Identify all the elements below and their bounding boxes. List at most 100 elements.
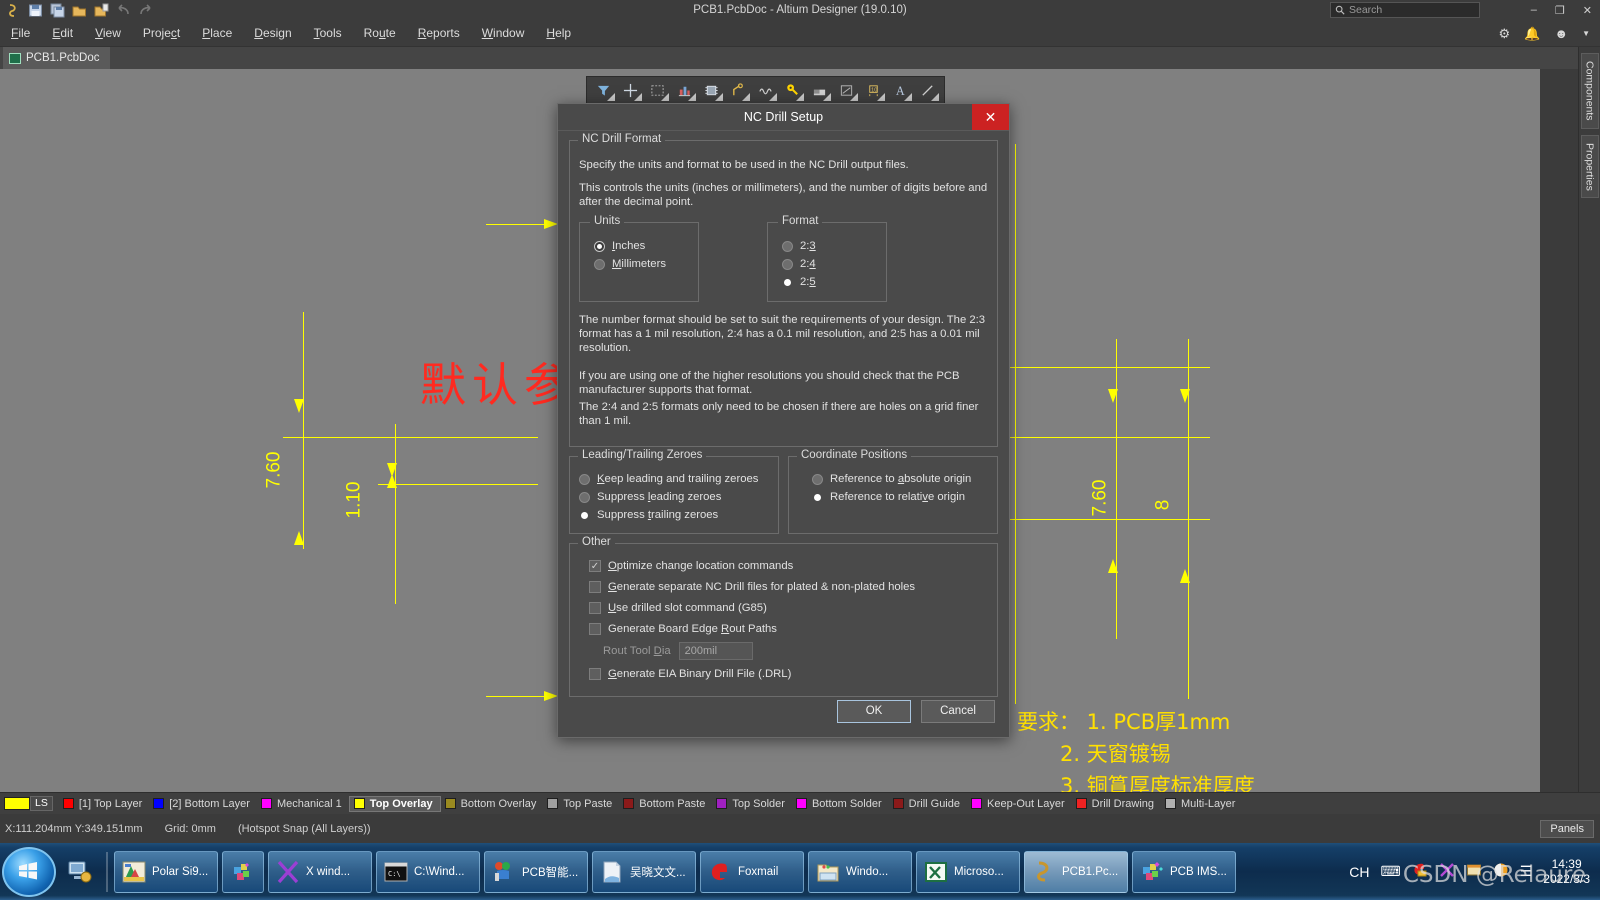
- open-project-icon[interactable]: [94, 3, 109, 18]
- layer-tab-multi-layer[interactable]: Multi-Layer: [1161, 797, 1242, 811]
- taskbar-button-label: Microso...: [954, 865, 1004, 878]
- layer-tab-drill-drawing[interactable]: Drill Drawing: [1072, 797, 1161, 811]
- bell-icon[interactable]: 🔔: [1524, 26, 1540, 42]
- text-icon[interactable]: A: [888, 78, 913, 102]
- keyboard-icon[interactable]: ⌨: [1381, 863, 1401, 880]
- component-icon[interactable]: [672, 78, 697, 102]
- start-orb-icon[interactable]: [2, 846, 56, 897]
- taskbar-button-pcb-ims-small[interactable]: [222, 850, 264, 893]
- radio-indicator: [579, 491, 590, 503]
- polygon-pour-icon[interactable]: [807, 78, 832, 102]
- minimize-button[interactable]: –: [1531, 4, 1537, 16]
- layer-tab-top-overlay[interactable]: Top Overlay: [348, 795, 441, 812]
- ok-button[interactable]: OK: [837, 699, 911, 723]
- menu-item-tools[interactable]: Tools: [303, 23, 353, 43]
- panels-button[interactable]: Panels: [1540, 820, 1594, 838]
- menu-item-help[interactable]: Help: [535, 23, 582, 43]
- radio-units-millimeters[interactable]: Millimeters: [594, 255, 684, 273]
- layer-tab-bottom-paste[interactable]: Bottom Paste: [619, 797, 712, 811]
- tab-pcb1-pcbdoc[interactable]: PCB1.PcbDoc: [3, 47, 110, 69]
- menu-item-project[interactable]: Project: [132, 23, 191, 43]
- user-account-icon[interactable]: ☻: [1554, 26, 1568, 41]
- radio-suppress-trailing[interactable]: Suppress trailing zeroes: [579, 506, 769, 524]
- save-all-icon[interactable]: [50, 3, 65, 18]
- layer-tab-keep-out-layer[interactable]: Keep-Out Layer: [967, 797, 1072, 811]
- chevron-down-icon[interactable]: ▼: [1582, 29, 1590, 38]
- taskbar-button-x-window[interactable]: X wind...: [268, 850, 372, 893]
- radio-format-2-4[interactable]: 2:4: [782, 255, 872, 273]
- taskbar-button-label: PCB IMS...: [1170, 865, 1227, 878]
- ic-package-icon[interactable]: [699, 78, 724, 102]
- altium-logo-icon[interactable]: [6, 3, 21, 18]
- taskbar-button-windows-explorer[interactable]: Windo...: [808, 850, 912, 893]
- taskbar-button-pcb-smart[interactable]: PCB智能...: [484, 850, 588, 893]
- radio-format-2-5[interactable]: 2:5: [782, 273, 872, 291]
- taskbar-button-document[interactable]: 吴晓文文...: [592, 850, 696, 893]
- differential-pair-icon[interactable]: [753, 78, 778, 102]
- radio-units-inches[interactable]: Inches: [594, 237, 684, 255]
- close-button[interactable]: ✕: [1583, 4, 1592, 17]
- group-legend: NC Drill Format: [578, 133, 666, 145]
- ime-ch-icon[interactable]: CH: [1349, 864, 1369, 880]
- filter-icon[interactable]: [591, 78, 616, 102]
- gear-icon[interactable]: ⚙: [1499, 26, 1511, 42]
- menu-item-reports[interactable]: Reports: [407, 23, 471, 43]
- layer-tab-bottom-layer[interactable]: [2] Bottom Layer: [149, 797, 257, 811]
- taskbar-button-altium-pcb1[interactable]: PCB1.Pc...: [1024, 850, 1128, 893]
- taskbar-button-foxmail[interactable]: Foxmail: [700, 850, 804, 893]
- measure-icon[interactable]: 10: [861, 78, 886, 102]
- radio-format-2-3[interactable]: 2:3: [782, 237, 872, 255]
- crosshair-icon[interactable]: [618, 78, 643, 102]
- layer-sets-selector[interactable]: LS: [4, 796, 53, 811]
- menu-item-place[interactable]: Place: [191, 23, 243, 43]
- cancel-button[interactable]: Cancel: [921, 699, 995, 723]
- dialog-close-button[interactable]: ✕: [972, 104, 1009, 130]
- checkbox-drilled-slot-command[interactable]: Use drilled slot command (G85): [579, 596, 988, 617]
- selection-marquee-icon[interactable]: [645, 78, 670, 102]
- checkbox-label: Generate EIA Binary Drill File (.DRL): [608, 668, 792, 680]
- rout-tool-dia-input[interactable]: 200mil: [678, 642, 753, 660]
- pcb-dimension-line: [1008, 519, 1210, 520]
- menu-item-file[interactable]: File: [0, 23, 41, 43]
- checkbox-generate-separate-files[interactable]: Generate separate NC Drill files for pla…: [579, 575, 988, 596]
- open-icon[interactable]: [72, 3, 87, 18]
- taskbar-button-polar-si9000[interactable]: Polar Si9...: [114, 850, 218, 893]
- show-desktop-icon[interactable]: [64, 857, 94, 887]
- radio-keep-zeroes[interactable]: Keep leading and trailing zeroes: [579, 470, 769, 488]
- menu-item-edit[interactable]: Edit: [41, 23, 84, 43]
- taskbar-button-microsoft-excel[interactable]: Microso...: [916, 850, 1020, 893]
- tab-label: PCB1.PcbDoc: [26, 52, 100, 64]
- checkbox-eia-binary-drill-file[interactable]: Generate EIA Binary Drill File (.DRL): [579, 664, 988, 683]
- menu-item-design[interactable]: Design: [243, 23, 302, 43]
- layer-tab-top-paste[interactable]: Top Paste: [543, 797, 619, 811]
- menu-item-route[interactable]: Route: [353, 23, 407, 43]
- pcb-smart-icon: [491, 859, 517, 885]
- radio-relative-origin[interactable]: Reference to relative origin: [798, 488, 988, 506]
- panel-tab-properties[interactable]: Properties: [1580, 134, 1599, 199]
- taskbar-button-command-prompt[interactable]: C:\ C:\Wind...: [376, 850, 480, 893]
- layer-tab-mechanical-1[interactable]: Mechanical 1: [257, 797, 349, 811]
- coordinate-positions-group: Coordinate Positions Reference to absolu…: [788, 449, 998, 534]
- checkbox-board-edge-rout-paths[interactable]: Generate Board Edge Rout Paths: [579, 617, 988, 638]
- panel-tab-components[interactable]: Components: [1580, 53, 1599, 129]
- via-icon[interactable]: [780, 78, 805, 102]
- route-trace-icon[interactable]: [726, 78, 751, 102]
- menu-item-view[interactable]: View: [84, 23, 132, 43]
- radio-absolute-origin[interactable]: Reference to absolute origin: [798, 470, 988, 488]
- layer-tab-bottom-solder[interactable]: Bottom Solder: [792, 797, 889, 811]
- layer-tab-top-solder[interactable]: Top Solder: [712, 797, 792, 811]
- checkbox-optimize-change-location[interactable]: Optimize change location commands: [579, 557, 988, 575]
- dimension-icon[interactable]: [834, 78, 859, 102]
- undo-icon[interactable]: [116, 3, 131, 18]
- menu-item-window[interactable]: Window: [471, 23, 536, 43]
- redo-icon[interactable]: [138, 3, 153, 18]
- layer-tab-bottom-overlay[interactable]: Bottom Overlay: [441, 797, 544, 811]
- search-input[interactable]: Search: [1330, 2, 1480, 18]
- maximize-button[interactable]: ❐: [1555, 4, 1565, 17]
- layer-tab-drill-guide[interactable]: Drill Guide: [889, 797, 967, 811]
- line-icon[interactable]: [915, 78, 940, 102]
- taskbar-button-pcb-ims[interactable]: PCB IMS...: [1132, 850, 1236, 893]
- save-icon[interactable]: [28, 3, 43, 18]
- radio-suppress-leading[interactable]: Suppress leading zeroes: [579, 488, 769, 506]
- layer-tab-top-layer[interactable]: [1] Top Layer: [59, 797, 149, 811]
